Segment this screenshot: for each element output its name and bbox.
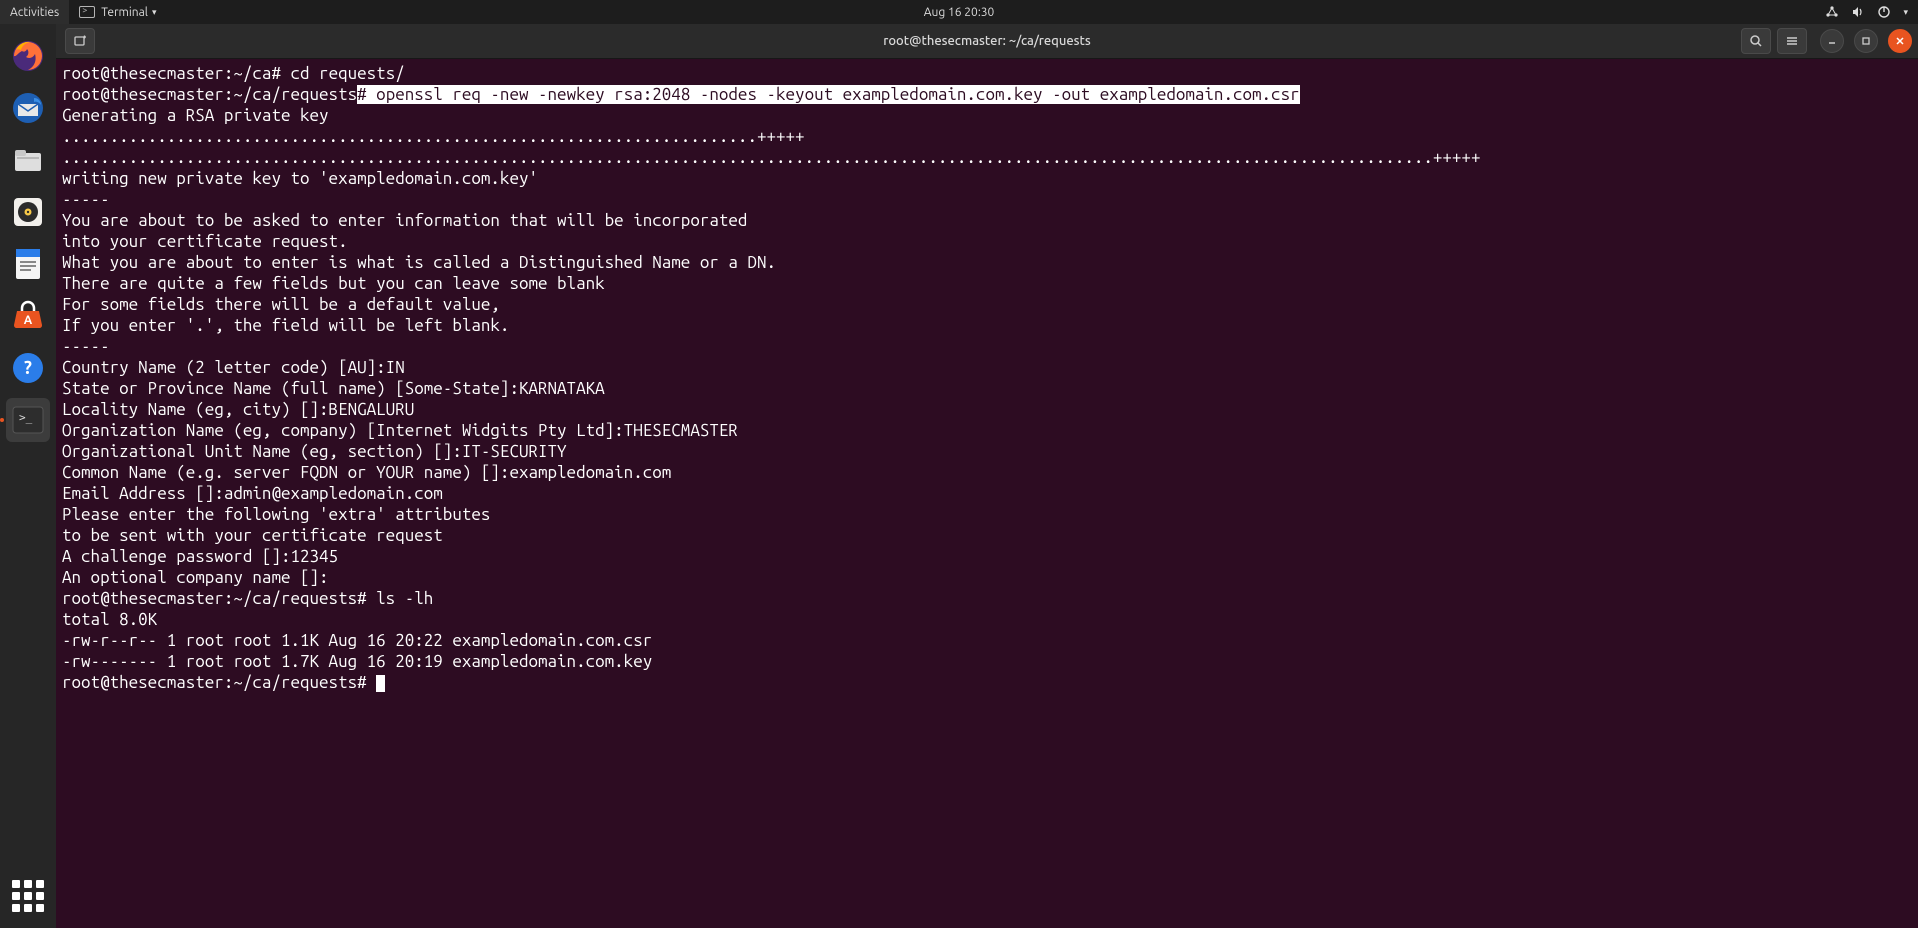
window-titlebar: root@thesecmaster: ~/ca/requests [56, 24, 1918, 59]
app-menu-label: Terminal [101, 6, 148, 19]
software-icon: A [11, 299, 45, 333]
terminal-app-icon [79, 6, 95, 18]
dock: A ? >_ [0, 24, 56, 928]
window-title: root@thesecmaster: ~/ca/requests [883, 34, 1090, 48]
files-icon [11, 143, 45, 177]
close-icon [1895, 36, 1905, 46]
chevron-down-icon: ▾ [1897, 7, 1914, 18]
dock-writer[interactable] [6, 242, 50, 286]
new-tab-icon [73, 34, 87, 48]
chevron-down-icon: ▾ [152, 7, 157, 18]
help-icon: ? [11, 351, 45, 385]
show-applications[interactable] [6, 874, 50, 918]
close-button[interactable] [1888, 29, 1912, 53]
dock-help[interactable]: ? [6, 346, 50, 390]
network-icon [1819, 5, 1845, 19]
firefox-icon [10, 38, 46, 74]
terminal-output[interactable]: root@thesecmaster:~/ca# cd requests/root… [56, 59, 1918, 928]
writer-icon [12, 247, 44, 281]
svg-text:?: ? [24, 358, 32, 378]
dock-thunderbird[interactable] [6, 86, 50, 130]
maximize-button[interactable] [1854, 29, 1878, 53]
dock-rhythmbox[interactable] [6, 190, 50, 234]
minimize-icon [1827, 36, 1837, 46]
gnome-top-panel: Activities Terminal ▾ Aug 16 20:30 ▾ [0, 0, 1918, 24]
hamburger-icon [1785, 34, 1799, 48]
volume-icon [1845, 5, 1871, 19]
svg-text:>_: >_ [19, 411, 33, 424]
svg-text:A: A [24, 314, 33, 327]
rhythmbox-icon [11, 195, 45, 229]
activities-label: Activities [10, 6, 59, 19]
dock-terminal[interactable]: >_ [6, 398, 50, 442]
terminal-icon: >_ [11, 405, 45, 435]
minimize-button[interactable] [1820, 29, 1844, 53]
maximize-icon [1861, 36, 1871, 46]
clock[interactable]: Aug 16 20:30 [914, 0, 1005, 24]
thunderbird-icon [10, 90, 46, 126]
search-icon [1749, 34, 1763, 48]
dock-software[interactable]: A [6, 294, 50, 338]
app-menu[interactable]: Terminal ▾ [69, 0, 166, 24]
clock-label: Aug 16 20:30 [924, 6, 995, 19]
system-status-area[interactable]: ▾ [1819, 0, 1914, 24]
dock-files[interactable] [6, 138, 50, 182]
dock-firefox[interactable] [6, 34, 50, 78]
new-tab-button[interactable] [65, 28, 95, 54]
power-icon [1871, 5, 1897, 19]
terminal-window: root@thesecmaster: ~/ca/requests root@th… [56, 24, 1918, 928]
hamburger-menu-button[interactable] [1777, 28, 1807, 54]
activities-button[interactable]: Activities [0, 0, 69, 24]
search-button[interactable] [1741, 28, 1771, 54]
apps-grid-icon [12, 880, 44, 912]
